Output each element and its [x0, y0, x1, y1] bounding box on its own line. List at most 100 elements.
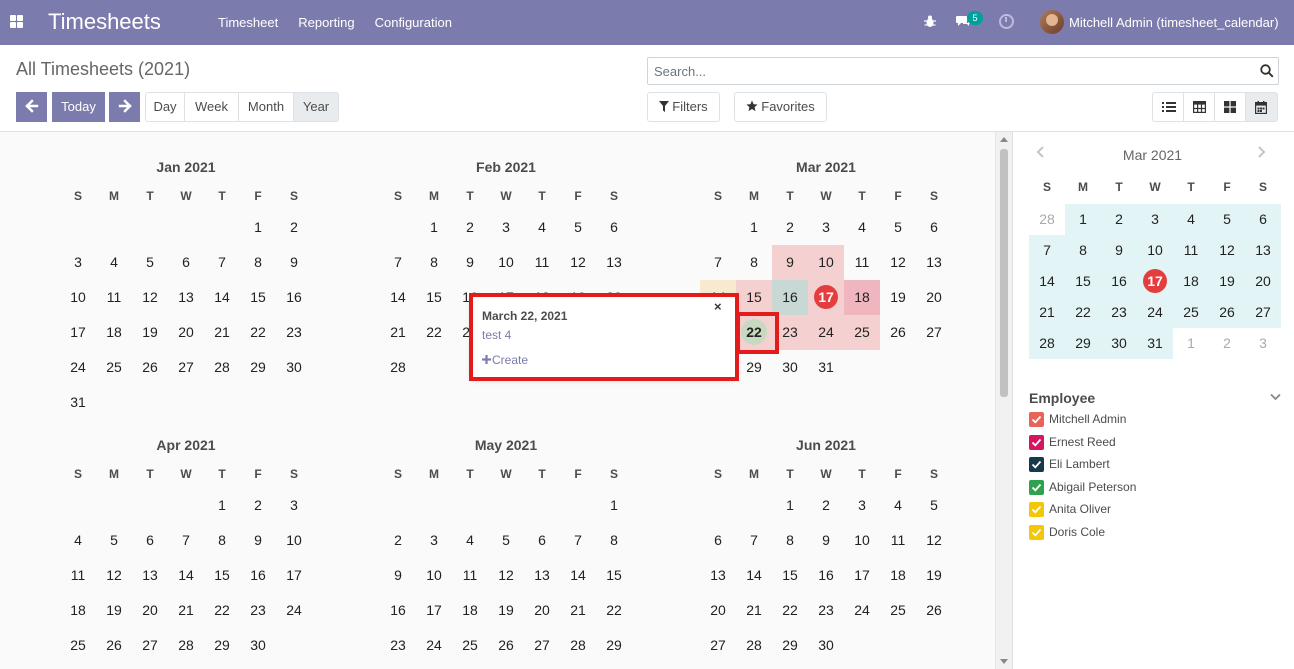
day-cell[interactable]: 22 — [736, 315, 772, 350]
day-cell[interactable]: 3 — [808, 210, 844, 245]
next-button[interactable] — [109, 92, 140, 122]
day-cell[interactable]: 2 — [276, 210, 312, 245]
scroll-up-arrow-icon[interactable] — [1000, 137, 1008, 142]
mini-day-cell[interactable]: 20 — [1245, 266, 1281, 297]
day-cell[interactable]: 22 — [416, 315, 452, 350]
day-cell[interactable]: 23 — [240, 593, 276, 628]
day-cell[interactable]: 28 — [736, 628, 772, 663]
day-cell[interactable]: 15 — [772, 558, 808, 593]
day-cell[interactable]: 12 — [132, 280, 168, 315]
day-cell[interactable]: 15 — [204, 558, 240, 593]
day-cell[interactable]: 31 — [60, 385, 96, 420]
day-cell[interactable]: 24 — [416, 628, 452, 663]
day-cell[interactable]: 5 — [96, 523, 132, 558]
day-cell[interactable]: 13 — [700, 558, 736, 593]
mini-day-cell[interactable]: 25 — [1173, 297, 1209, 328]
activity-clock-icon[interactable] — [999, 14, 1014, 29]
mini-day-cell[interactable]: 2 — [1209, 328, 1245, 359]
day-cell[interactable]: 9 — [452, 245, 488, 280]
day-cell[interactable]: 13 — [596, 245, 632, 280]
popover-create-link[interactable]: Create — [482, 353, 528, 367]
day-cell[interactable]: 27 — [132, 628, 168, 663]
day-cell[interactable]: 17 — [60, 315, 96, 350]
day-cell[interactable]: 23 — [772, 315, 808, 350]
day-cell[interactable]: 9 — [240, 523, 276, 558]
day-cell[interactable]: 2 — [452, 210, 488, 245]
user-menu-name[interactable]: Mitchell Admin (timesheet_calendar) — [1069, 15, 1279, 30]
day-cell[interactable]: 19 — [880, 280, 916, 315]
filters-button[interactable]: Filters — [647, 92, 720, 122]
checkbox-checked-icon[interactable] — [1029, 502, 1044, 517]
day-cell[interactable]: 5 — [916, 488, 952, 523]
mini-day-cell[interactable]: 9 — [1101, 235, 1137, 266]
menu-reporting[interactable]: Reporting — [288, 0, 364, 45]
mini-day-cell[interactable]: 23 — [1101, 297, 1137, 328]
day-cell[interactable]: 8 — [240, 245, 276, 280]
day-cell[interactable]: 30 — [240, 628, 276, 663]
day-cell[interactable]: 24 — [276, 593, 312, 628]
day-cell[interactable]: 17 — [844, 558, 880, 593]
mini-day-cell[interactable]: 21 — [1029, 297, 1065, 328]
checkbox-checked-icon[interactable] — [1029, 434, 1044, 450]
day-cell[interactable]: 6 — [168, 245, 204, 280]
mini-day-cell[interactable]: 31 — [1137, 328, 1173, 359]
mini-day-cell[interactable]: 18 — [1173, 266, 1209, 297]
day-cell[interactable]: 23 — [380, 628, 416, 663]
day-cell[interactable]: 17 — [808, 280, 844, 315]
day-cell[interactable]: 25 — [452, 628, 488, 663]
mini-day-cell[interactable]: 16 — [1101, 266, 1137, 297]
mini-day-cell[interactable]: 10 — [1137, 235, 1173, 266]
mini-day-cell[interactable]: 22 — [1065, 297, 1101, 328]
day-cell[interactable]: 26 — [880, 315, 916, 350]
day-cell[interactable]: 19 — [132, 315, 168, 350]
day-cell[interactable]: 10 — [416, 558, 452, 593]
day-cell[interactable]: 22 — [596, 593, 632, 628]
checkbox-checked-icon[interactable] — [1029, 412, 1044, 427]
calendar-view-button[interactable] — [1245, 92, 1278, 122]
day-cell[interactable]: 18 — [96, 315, 132, 350]
mini-day-cell[interactable]: 28 — [1029, 204, 1065, 235]
day-cell[interactable]: 11 — [60, 558, 96, 593]
day-cell[interactable]: 16 — [276, 280, 312, 315]
day-cell[interactable]: 8 — [736, 245, 772, 280]
mini-day-cell[interactable]: 24 — [1137, 297, 1173, 328]
mini-day-cell[interactable]: 26 — [1209, 297, 1245, 328]
day-cell[interactable]: 1 — [240, 210, 276, 245]
day-cell[interactable]: 4 — [452, 523, 488, 558]
day-cell[interactable]: 28 — [560, 628, 596, 663]
day-cell[interactable]: 5 — [880, 210, 916, 245]
mini-next-chevron-icon[interactable] — [1255, 146, 1267, 158]
day-cell[interactable]: 10 — [844, 523, 880, 558]
day-cell[interactable]: 27 — [916, 315, 952, 350]
day-cell[interactable]: 30 — [772, 350, 808, 385]
day-cell[interactable]: 28 — [168, 628, 204, 663]
day-cell[interactable]: 4 — [844, 210, 880, 245]
day-cell[interactable]: 11 — [880, 523, 916, 558]
day-cell[interactable]: 3 — [276, 488, 312, 523]
menu-timesheet[interactable]: Timesheet — [208, 0, 288, 45]
day-cell[interactable]: 11 — [452, 558, 488, 593]
day-cell[interactable]: 26 — [488, 628, 524, 663]
scale-month-button[interactable]: Month — [238, 92, 294, 122]
day-cell[interactable]: 4 — [880, 488, 916, 523]
day-cell[interactable]: 28 — [380, 350, 416, 385]
checkbox-checked-icon[interactable] — [1029, 457, 1044, 472]
day-cell[interactable]: 22 — [772, 593, 808, 628]
day-cell[interactable]: 7 — [204, 245, 240, 280]
day-cell[interactable]: 25 — [844, 315, 880, 350]
day-cell[interactable]: 27 — [700, 628, 736, 663]
day-cell[interactable]: 18 — [844, 280, 880, 315]
mini-day-cell[interactable]: 28 — [1029, 328, 1065, 359]
day-cell[interactable]: 21 — [380, 315, 416, 350]
day-cell[interactable]: 23 — [808, 593, 844, 628]
day-cell[interactable]: 16 — [808, 558, 844, 593]
day-cell[interactable]: 4 — [96, 245, 132, 280]
day-cell[interactable]: 3 — [488, 210, 524, 245]
day-cell[interactable]: 21 — [168, 593, 204, 628]
search-icon[interactable] — [1260, 64, 1274, 78]
favorites-button[interactable]: Favorites — [734, 92, 827, 122]
day-cell[interactable]: 14 — [736, 558, 772, 593]
mini-day-cell[interactable]: 2 — [1101, 204, 1137, 235]
day-cell[interactable]: 31 — [416, 663, 452, 669]
day-cell[interactable]: 24 — [808, 315, 844, 350]
